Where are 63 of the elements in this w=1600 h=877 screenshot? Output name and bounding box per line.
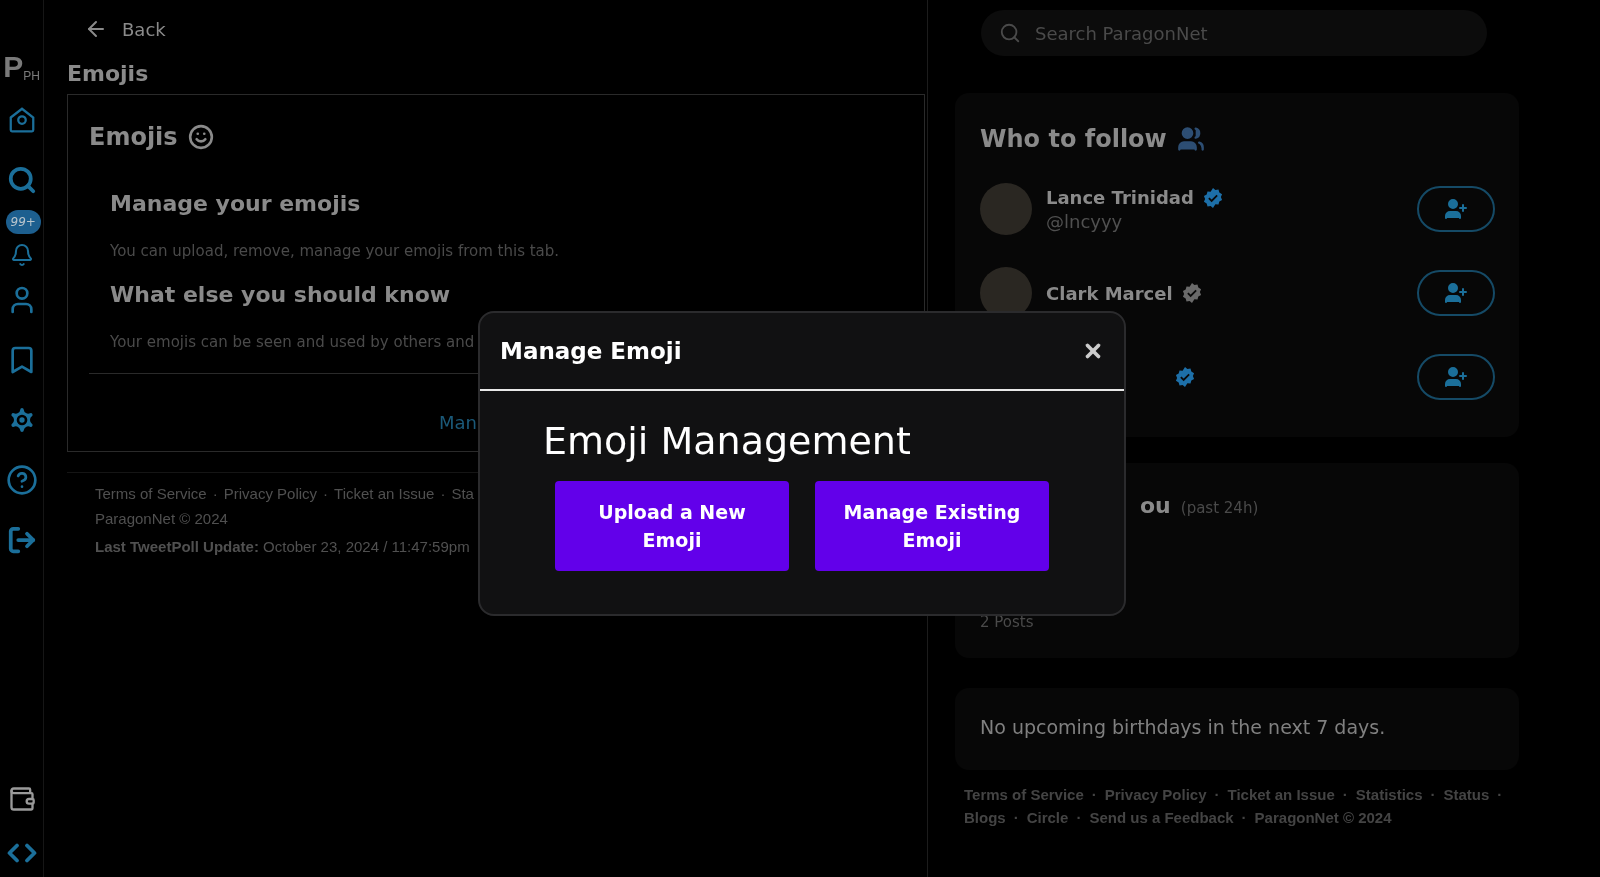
footer-link[interactable]: Terms of Service xyxy=(95,481,207,506)
logout-icon[interactable] xyxy=(6,525,37,555)
separator-dot: · xyxy=(1497,785,1503,805)
card-title: Who to follow xyxy=(980,125,1167,153)
separator-dot: · xyxy=(1241,808,1247,828)
dialog-action-button[interactable]: Manage Existing Emoji xyxy=(815,481,1049,571)
back-link[interactable]: Back xyxy=(84,16,925,42)
birthday-text: No upcoming birthdays in the next 7 days. xyxy=(980,716,1387,738)
user-plus-icon xyxy=(1444,281,1468,305)
footer-link[interactable]: Privacy Policy xyxy=(223,481,318,506)
smiley-icon xyxy=(187,124,214,150)
dialog-title: Manage Emoji xyxy=(500,338,682,364)
search-icon xyxy=(999,22,1021,44)
separator-dot: · xyxy=(1091,785,1097,805)
people-icon xyxy=(1176,125,1205,153)
bell-icon[interactable] xyxy=(9,243,34,267)
footer-link[interactable]: Send us a Feedback xyxy=(1089,807,1234,829)
separator-dot: · xyxy=(440,484,446,504)
user-handle: @lncyyy xyxy=(1046,210,1124,232)
copyright-text: ParagonNet © 2024 xyxy=(95,509,228,529)
section-text: Your emojis can be seen and used by others and xyxy=(110,333,476,351)
dialog-heading: Emoji Management xyxy=(543,419,912,463)
follow-button[interactable] xyxy=(1417,270,1495,316)
notification-badge: 99+ xyxy=(5,210,41,234)
separator-dot: · xyxy=(1214,785,1220,805)
footer-link[interactable]: Ticket an Issue xyxy=(334,481,435,506)
user-plus-icon xyxy=(1444,197,1468,221)
avatar-photo xyxy=(980,183,1032,235)
search-input[interactable]: Search ParagonNet xyxy=(1033,21,1437,45)
manage-link[interactable]: Man xyxy=(439,412,477,433)
footer-link[interactable]: Sta xyxy=(451,481,474,506)
follow-button[interactable] xyxy=(1417,186,1495,232)
time-range-note: (past 24h) xyxy=(1180,499,1259,517)
card-title: ou xyxy=(1140,493,1171,518)
section-heading: Manage your emojis xyxy=(110,191,362,216)
last-update-text: Last TweetPoll Update: October 23, 2024 / 11:47:59pm xyxy=(95,537,470,557)
separator-dot: · xyxy=(1013,808,1019,828)
card-title: Emojis xyxy=(89,123,178,151)
section-heading: What else you should know xyxy=(110,282,452,307)
separator-dot: · xyxy=(1342,785,1348,805)
separator-dot: · xyxy=(1076,808,1082,828)
page-title: Emojis xyxy=(67,60,150,88)
user-name: Lance Trinidad xyxy=(1046,187,1194,208)
footer-link[interactable]: Status xyxy=(1443,784,1490,806)
footer-link[interactable]: Circle xyxy=(1026,807,1069,829)
separator-dot: · xyxy=(212,484,218,504)
footer-link[interactable]: Statistics xyxy=(1355,784,1423,806)
follow-button[interactable] xyxy=(1417,354,1495,400)
search-icon[interactable] xyxy=(6,165,37,195)
footer-link[interactable]: Blogs xyxy=(964,807,1006,829)
help-icon[interactable] xyxy=(5,464,38,496)
footer-link[interactable]: Terms of Service xyxy=(964,784,1084,806)
section-text: You can upload, remove, manage your emojis from this tab. xyxy=(110,242,561,260)
footer-link[interactable]: Ticket an Issue xyxy=(1227,784,1335,806)
separator-dot: · xyxy=(323,484,329,504)
footer-link[interactable]: Privacy Policy xyxy=(1104,784,1207,806)
separator-dot: · xyxy=(1430,785,1436,805)
wallet-icon[interactable] xyxy=(7,785,36,813)
dialog-action-button[interactable]: Upload a New Emoji xyxy=(555,481,789,571)
user-name: Clark Marcel xyxy=(1046,282,1173,304)
footer-link[interactable]: ParagonNet © 2024 xyxy=(1254,807,1392,829)
search-field[interactable]: Search ParagonNet xyxy=(981,10,1487,56)
user-plus-icon xyxy=(1444,365,1468,389)
